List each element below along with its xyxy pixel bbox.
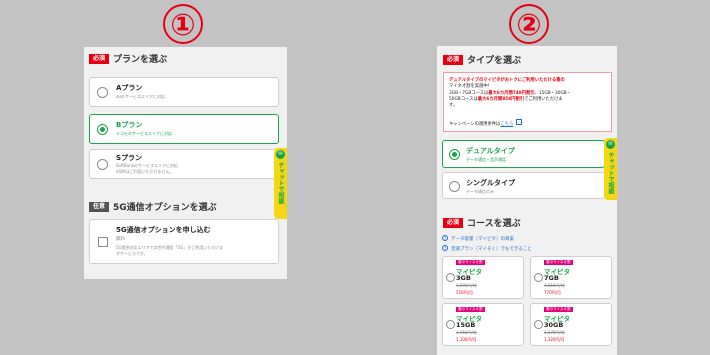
dual-name: デュアルタイプ: [466, 147, 515, 155]
option-name: 5G通信オプションを申し込む: [116, 226, 211, 234]
course-section-header: 必須 コースを選ぶ: [443, 216, 521, 229]
option-card[interactable]: 5G通信オプションを申し込む 無料 5G提供対応エリアで次世代通信「5G」がご利…: [89, 219, 279, 264]
option-checkbox[interactable]: [98, 237, 108, 247]
plan-b-radio[interactable]: [97, 124, 108, 135]
chat-icon: ✉: [276, 150, 285, 159]
course-old-price: 2,178円/月: [544, 330, 565, 335]
plan-s-desc: SoftBankのサービスエリアに対応: [116, 163, 178, 168]
plan-a-desc: auのサービスエリアに対応: [116, 94, 165, 99]
step-marker-1: ①: [163, 4, 203, 44]
plan-a-name: Aプラン: [116, 84, 143, 92]
option-desc: 5G提供対応エリアで次世代通信「5G」がご利用いただけま: [116, 245, 224, 250]
required-badge: 必須: [443, 54, 464, 65]
plan-card-s[interactable]: Sプラン SoftBankのサービスエリアに対応 eSIMはご利用いただけません…: [89, 149, 279, 179]
external-link-icon: [515, 119, 522, 125]
type-section-title: タイプを選ぶ: [467, 56, 522, 66]
notice-conditions: キャンペーンの適用条件はこちら: [449, 119, 522, 127]
course-card-15gb[interactable]: 春のマイネオ割 マイピタ 15GB 1,958円/月 1,100円/月: [442, 303, 524, 346]
single-name: シングルタイプ: [466, 179, 515, 187]
course-card-7gb[interactable]: 春のマイネオ割 マイピタ 7GB 1,518円/月 770円/月: [530, 256, 612, 299]
campaign-badge: 春のマイネオ割: [456, 307, 485, 312]
course-size: 15GB: [456, 321, 476, 329]
plan-card-b[interactable]: Bプラン ドコモのサービスエリアに対応: [89, 114, 279, 144]
course-price: 1,320円/月: [544, 337, 565, 342]
chat-button[interactable]: ✉ チャットで相談: [274, 148, 287, 219]
course-old-price: 1,518円/月: [544, 283, 565, 288]
chat-label: チャットで相談: [277, 162, 284, 204]
single-radio[interactable]: [449, 181, 460, 192]
notice-line-4: 50GBコースは最大6カ月間858円割引でご利用いただけま: [449, 97, 563, 102]
option-desc-2: すサービスです。: [116, 251, 148, 256]
course-card-3gb[interactable]: 春のマイネオ割 マイピタ 3GB 1,298円/月 550円/月: [442, 256, 524, 299]
option-section-header: 任意 5G通信オプションを選ぶ: [89, 200, 217, 213]
type-card-single[interactable]: シングルタイプ データ通信のみ: [442, 172, 605, 199]
optional-badge: 任意: [89, 201, 110, 212]
dual-desc: データ通信＋音声通話: [466, 157, 506, 162]
campaign-badge: 春のマイネオ割: [544, 260, 573, 265]
chat-icon: ✉: [606, 140, 615, 149]
plan-b-desc: ドコモのサービスエリアに対応: [116, 131, 172, 136]
data-guide-link[interactable]: ? データ容量（マイピタ）の目安: [442, 235, 514, 242]
plan-s-desc-2: eSIMはご利用いただけません。: [116, 169, 174, 174]
course-7gb-radio[interactable]: [534, 273, 543, 282]
left-panel: 必須 プランを選ぶ Aプラン auのサービスエリアに対応 Bプラン ドコモのサービ…: [84, 47, 287, 279]
help-icon: ?: [442, 245, 448, 251]
required-badge: 必須: [89, 53, 110, 64]
speed-plan-link[interactable]: ? 音速プラン（マイそく）でもできること: [442, 245, 532, 252]
plan-card-a[interactable]: Aプラン auのサービスエリアに対応: [89, 77, 279, 107]
type-card-dual[interactable]: デュアルタイプ データ通信＋音声通話: [442, 140, 605, 168]
campaign-notice: デュアルタイプのマイピタがおトクにご利用いただける春の マイネオ割を実施中！ 3…: [443, 72, 612, 132]
type-section-header: 必須 タイプを選ぶ: [443, 53, 521, 66]
plan-s-radio[interactable]: [97, 159, 108, 170]
course-15gb-radio[interactable]: [446, 320, 455, 329]
notice-line-1: デュアルタイプのマイピタがおトクにご利用いただける春の: [449, 78, 565, 83]
course-section-title: コースを選ぶ: [467, 219, 521, 229]
option-fee: 無料: [116, 237, 125, 242]
course-price: 550円/月: [456, 290, 473, 295]
option-section-title: 5G通信オプションを選ぶ: [113, 203, 217, 213]
course-size: 3GB: [456, 274, 471, 282]
course-price: 770円/月: [544, 290, 561, 295]
course-price: 1,100円/月: [456, 337, 477, 342]
course-card-30gb[interactable]: 春のマイネオ割 マイピタ 30GB 2,178円/月 1,320円/月: [530, 303, 612, 346]
notice-line-2: マイネオ割を実施中！: [449, 84, 492, 89]
plan-s-name: Sプラン: [116, 154, 143, 162]
conditions-link[interactable]: こちら: [500, 122, 513, 127]
chat-button[interactable]: ✉ チャットで相談: [604, 138, 617, 200]
plan-a-radio[interactable]: [97, 87, 108, 98]
plan-section-title: プランを選ぶ: [113, 55, 168, 65]
course-3gb-radio[interactable]: [446, 273, 455, 282]
plan-b-name: Bプラン: [116, 121, 143, 129]
notice-line-5: す。: [449, 103, 458, 108]
step-marker-2: ②: [509, 4, 549, 44]
single-desc: データ通信のみ: [466, 189, 494, 194]
plan-section-header: 必須 プランを選ぶ: [89, 52, 167, 65]
help-icon: ?: [442, 235, 448, 241]
campaign-badge: 春のマイネオ割: [544, 307, 573, 312]
chat-label: チャットで相談: [607, 152, 614, 194]
required-badge: 必須: [443, 217, 464, 228]
right-panel: 必須 タイプを選ぶ デュアルタイプのマイピタがおトクにご利用いただける春の マイネ…: [437, 46, 617, 355]
campaign-badge: 春のマイネオ割: [456, 260, 485, 265]
dual-radio[interactable]: [449, 149, 460, 160]
notice-line-3: 3GB・7GBコースは最大6カ月間748円割引、15GB・30GB・: [449, 91, 572, 96]
course-size: 7GB: [544, 274, 559, 282]
course-size: 30GB: [544, 321, 564, 329]
course-30gb-radio[interactable]: [534, 320, 543, 329]
course-old-price: 1,298円/月: [456, 283, 477, 288]
course-old-price: 1,958円/月: [456, 330, 477, 335]
